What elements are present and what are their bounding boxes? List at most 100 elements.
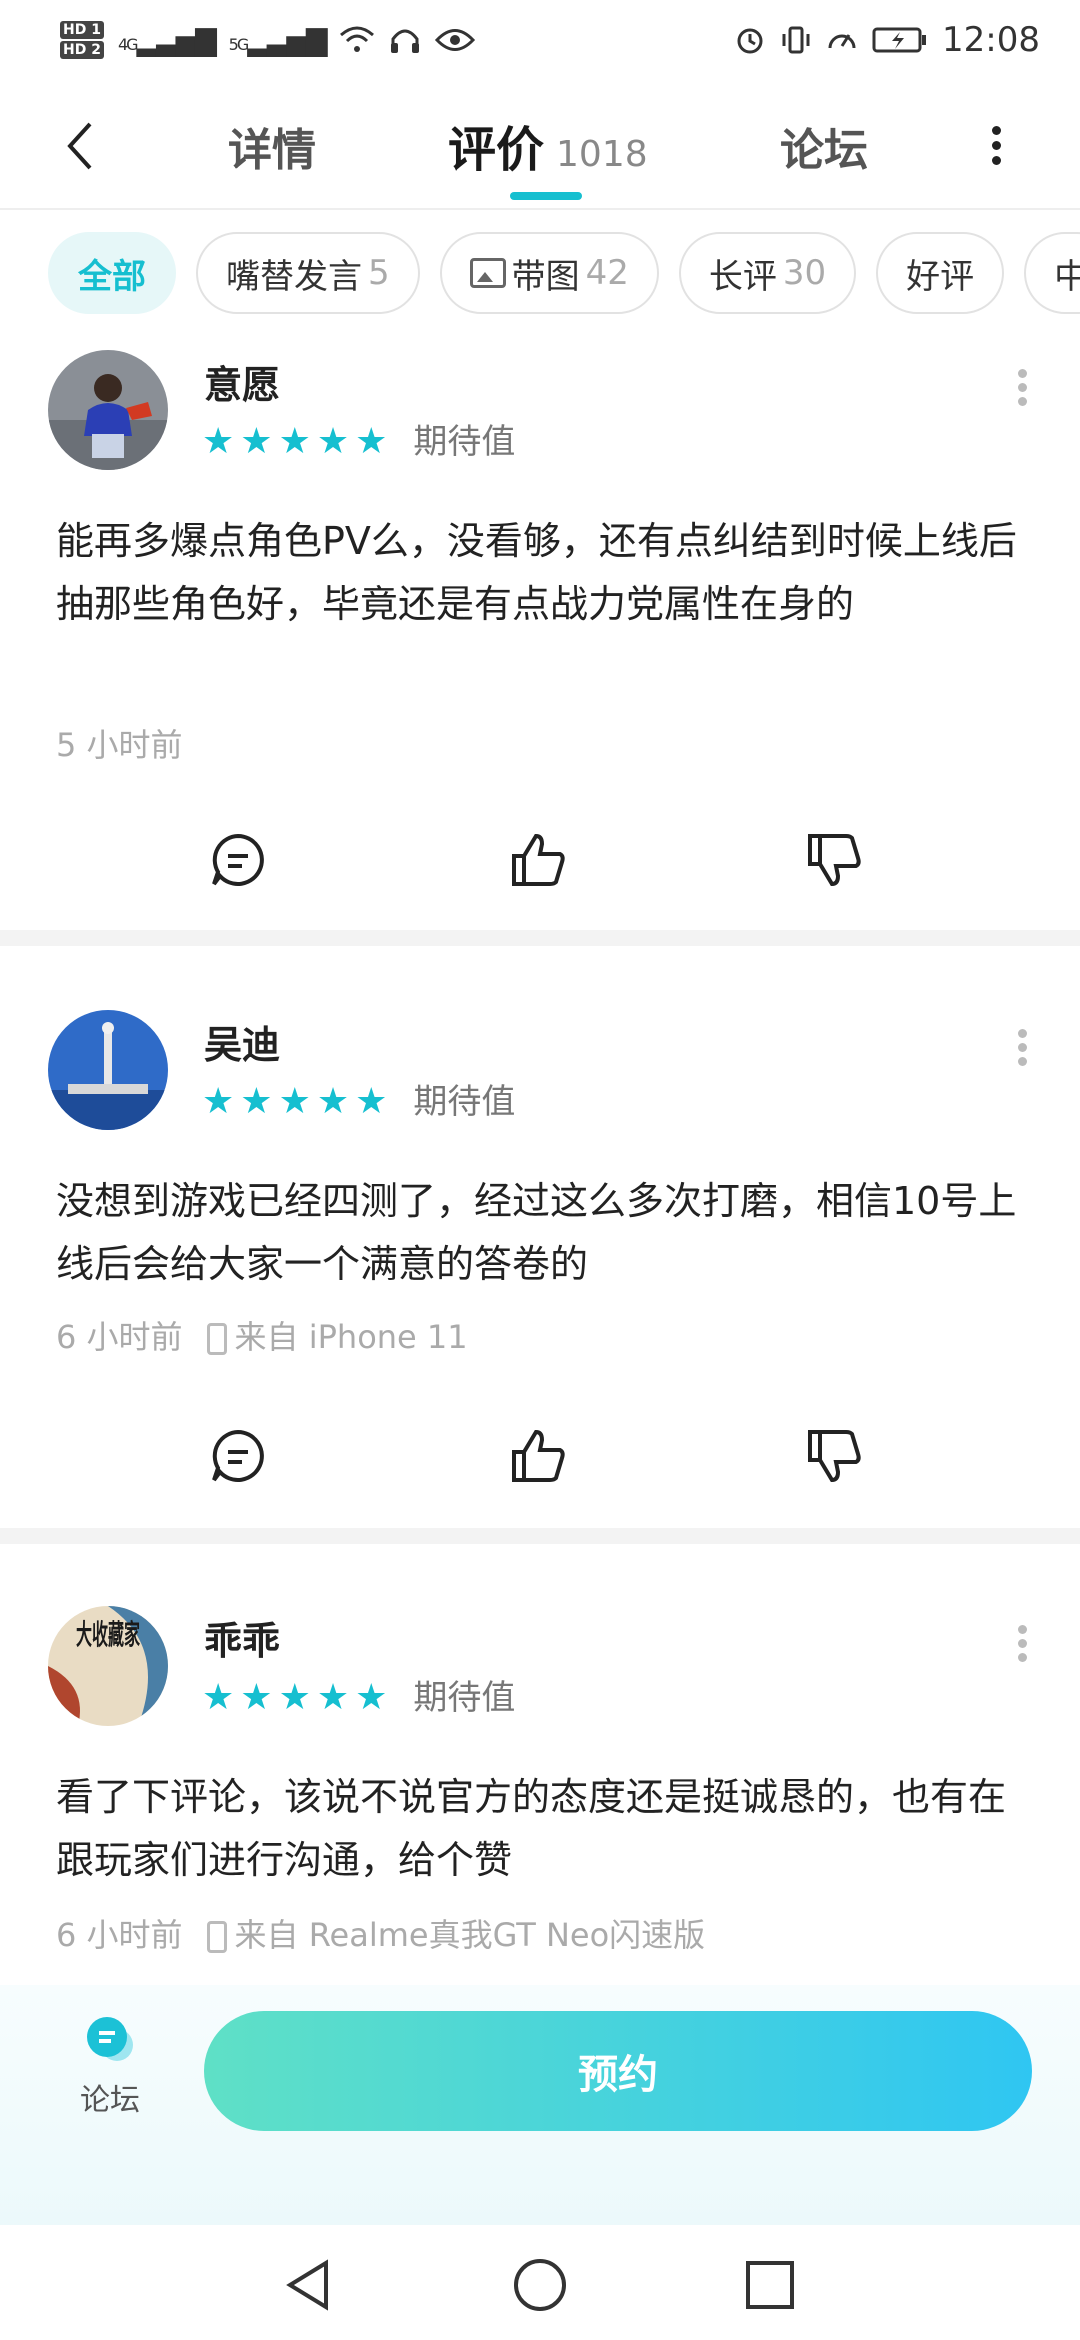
review-time: 6 小时前 — [56, 1916, 183, 1954]
star-icon: ★ — [316, 1081, 350, 1122]
review-meta: 6 小时前 来自 iPhone 11 — [56, 1312, 468, 1358]
comment-icon — [212, 833, 264, 886]
more-options-button[interactable] — [986, 120, 1006, 180]
status-left: HD 1 HD 2 4G▂▃▅▇ 5G▂▃▅▇ — [60, 20, 476, 60]
tab-forum[interactable]: 论坛 — [780, 114, 868, 178]
tab-detail[interactable]: 详情 — [228, 114, 316, 178]
divider — [0, 1528, 1080, 1544]
status-right: 12:08 — [734, 20, 1040, 60]
star-icon: ★ — [316, 421, 350, 462]
forum-icon — [83, 2015, 137, 2065]
review-content: 能再多爆点角色PV么，没看够，还有点纠结到时候上线后抽那些角色好，毕竟还是有点战… — [56, 519, 1017, 626]
speed-icon — [828, 34, 856, 49]
tab-review[interactable]: 评价 1018 — [448, 110, 648, 180]
review-card: 意愿 ★ ★ ★ ★ ★ 期待值 能再多爆点角色PV么，没看够，还有点纠结到时候… — [0, 350, 1080, 930]
chevron-left-icon — [67, 122, 92, 170]
review-time: 5 小时前 — [56, 726, 183, 764]
review-meta: 6 小时前 来自 Realme真我GT Neo闪速版 — [56, 1910, 705, 1956]
review-content: 没想到游戏已经四测了，经过这么多次打磨，相信10号上线后会给大家一个满意的答卷的 — [56, 1179, 1017, 1286]
filter-positive-label: 好评 — [906, 256, 975, 297]
active-tab-indicator — [510, 192, 582, 200]
hd2-badge: HD 2 — [60, 41, 104, 59]
image-icon — [469, 258, 506, 288]
review-device: 来自 iPhone 11 — [206, 1312, 468, 1358]
top-nav: 详情 评价 1018 论坛 — [0, 80, 1080, 210]
reviewer-name[interactable]: 意愿 — [204, 354, 280, 409]
dislike-button[interactable] — [802, 828, 866, 892]
system-nav-bar — [0, 2225, 1080, 2340]
filter-quote[interactable]: 嘴替发言 5 — [196, 232, 420, 314]
dislike-button[interactable] — [802, 1424, 866, 1488]
reply-button[interactable] — [206, 828, 270, 892]
system-back-button[interactable] — [280, 2255, 340, 2315]
star-icon: ★ — [355, 1677, 388, 1718]
like-button[interactable] — [506, 1424, 570, 1488]
avatar[interactable] — [48, 1010, 168, 1130]
system-recents-button[interactable] — [740, 2255, 800, 2315]
forum-label: 论坛 — [80, 2083, 140, 2118]
filter-all-label: 全部 — [78, 256, 146, 297]
review-actions — [0, 1424, 1080, 1504]
divider — [0, 930, 1080, 946]
avatar-text-1: 大收藏家 — [76, 1618, 140, 1651]
like-button[interactable] — [506, 828, 570, 892]
net2-label: 5G — [228, 34, 250, 54]
system-home-button[interactable] — [510, 2255, 570, 2315]
review-device: 来自 Realme真我GT Neo闪速版 — [206, 1910, 705, 1956]
filter-positive[interactable]: 好评 — [876, 232, 1005, 314]
thumbs-down-icon — [808, 1430, 861, 1483]
review-card: 吴迪 ★ ★ ★ ★ ★ 期待值 没想到游戏已经四测了，经过这么多次打磨，相信1… — [0, 1010, 1080, 1530]
forum-button[interactable]: 论坛 — [70, 2015, 150, 2125]
filter-neutral[interactable]: 中 — [1024, 232, 1080, 314]
review-actions — [0, 828, 1080, 908]
star-icon: ★ — [355, 421, 388, 462]
avatar[interactable] — [48, 350, 168, 470]
star-icon: ★ — [202, 1081, 235, 1122]
reviewer-name[interactable]: 乖乖 — [204, 1610, 280, 1665]
rating-stars: ★ ★ ★ ★ ★ 期待值 — [202, 1081, 515, 1123]
filter-quote-count: 5 — [368, 253, 390, 293]
review-more-button[interactable] — [1012, 364, 1032, 424]
vibrate-icon — [782, 26, 810, 54]
star-icon: ★ — [240, 1677, 273, 1718]
bottom-action-bar: 论坛 预约 — [0, 1985, 1080, 2225]
phone-icon — [206, 1323, 227, 1355]
review-card: 大收藏家 乖乖 ★ ★ ★ ★ ★ 期待值 看了下评论，该说不说官方的态度还是挺… — [0, 1606, 1080, 1986]
alarm-icon — [737, 28, 763, 54]
net1-label: 4G — [117, 34, 139, 54]
back-button[interactable] — [60, 116, 104, 176]
review-meta: 5 小时前 — [56, 720, 183, 766]
filter-with-image[interactable]: 带图 42 — [439, 232, 659, 314]
reviewer-name[interactable]: 吴迪 — [204, 1014, 280, 1069]
filter-long[interactable]: 长评 30 — [678, 232, 857, 314]
rating-tag: 期待值 — [413, 422, 516, 462]
review-more-button[interactable] — [1012, 1620, 1032, 1680]
filter-quote-label: 嘴替发言 — [226, 256, 362, 297]
filter-neutral-label: 中 — [1054, 256, 1080, 297]
hd-indicator: HD 1 HD 2 — [60, 20, 104, 60]
reserve-button[interactable]: 预约 — [204, 2011, 1032, 2131]
triangle-back-icon — [286, 2259, 328, 2311]
battery-icon — [872, 27, 927, 53]
wifi-icon — [340, 26, 375, 52]
square-recents-icon — [746, 2261, 794, 2309]
filter-all[interactable]: 全部 — [48, 232, 176, 314]
star-icon: ★ — [202, 421, 235, 462]
headphones-icon — [391, 29, 420, 53]
comment-icon — [212, 1429, 264, 1482]
filter-long-label: 长评 — [708, 256, 777, 297]
filter-with-image-count: 42 — [585, 253, 629, 293]
filter-with-image-label: 带图 — [511, 256, 580, 297]
star-icon: ★ — [278, 421, 311, 462]
rating-stars: ★ ★ ★ ★ ★ 期待值 — [202, 421, 516, 463]
clock: 12:08 — [942, 20, 1040, 60]
review-count: 1018 — [556, 134, 648, 175]
reply-button[interactable] — [206, 1424, 270, 1488]
star-icon: ★ — [355, 1081, 388, 1122]
review-more-button[interactable] — [1012, 1024, 1032, 1084]
avatar[interactable]: 大收藏家 — [48, 1606, 168, 1726]
star-icon: ★ — [278, 1677, 311, 1718]
thumbs-down-icon — [808, 834, 861, 887]
tab-review-label: 评价 — [448, 122, 545, 178]
phone-icon — [206, 1921, 227, 1953]
